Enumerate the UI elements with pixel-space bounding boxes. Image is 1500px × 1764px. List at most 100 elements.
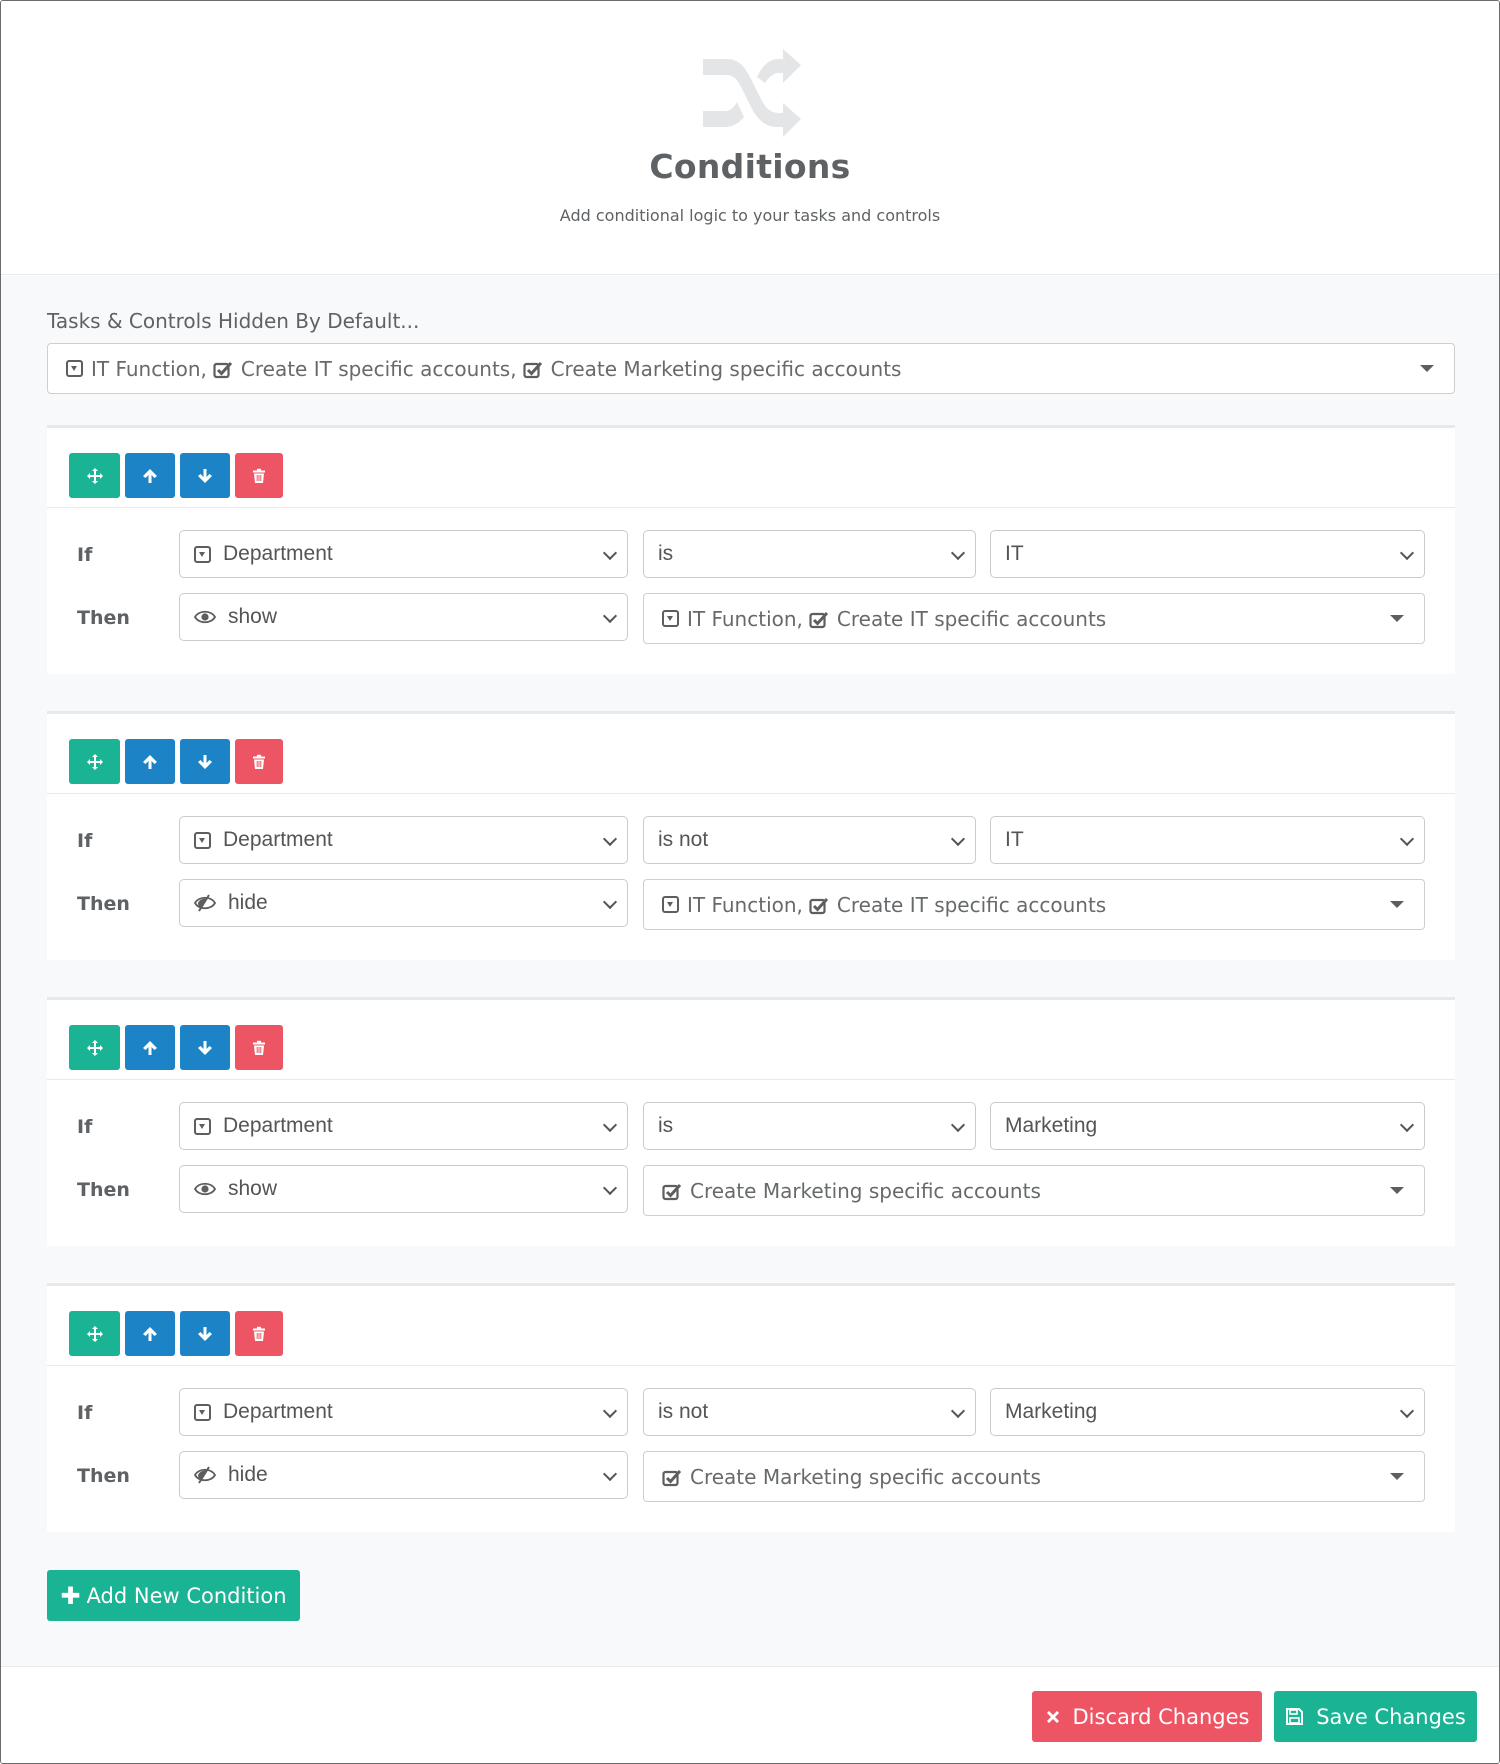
selected-item: Create Marketing specific accounts [662, 1465, 1041, 1489]
delete-condition-button[interactable] [235, 1311, 283, 1356]
page-subtitle: Add conditional logic to your tasks and … [559, 206, 941, 225]
selected-item-text: Create Marketing specific accounts [550, 356, 902, 381]
times-icon [1046, 1710, 1059, 1723]
arrow-down-icon [197, 1040, 213, 1056]
delete-condition-button[interactable] [235, 1025, 283, 1070]
operator-select-value: is not [658, 1400, 709, 1423]
delete-condition-button[interactable] [235, 453, 283, 498]
then-action-select[interactable]: show [179, 1165, 628, 1213]
chevron-down-icon [1399, 545, 1415, 561]
then-action-select-value: show [228, 605, 278, 628]
dropdown-field-icon [66, 360, 83, 377]
move-condition-down-button[interactable] [180, 1025, 230, 1070]
move-condition-up-button[interactable] [125, 739, 175, 784]
page-title: Conditions [649, 147, 851, 186]
delete-condition-button[interactable] [235, 739, 283, 784]
dropdown-field-icon [194, 831, 211, 849]
chevron-down-icon [602, 831, 618, 847]
operator-select-value: is not [658, 828, 709, 851]
selected-item-text: IT Function, [91, 356, 207, 381]
move-condition-up-button[interactable] [125, 1311, 175, 1356]
if-field-select-value: Department [223, 1400, 333, 1423]
then-label: Then [77, 607, 130, 629]
then-action-select[interactable]: hide [179, 1451, 628, 1499]
trash-icon [252, 468, 266, 484]
arrow-up-icon [142, 1326, 158, 1342]
if-label: If [77, 1116, 93, 1138]
operator-select-value: is [658, 542, 674, 565]
if-label: If [77, 1402, 93, 1424]
move-condition-down-button[interactable] [180, 1311, 230, 1356]
move-condition-up-button[interactable] [125, 1025, 175, 1070]
chevron-down-icon [602, 894, 618, 910]
if-field-select[interactable]: Department [179, 1102, 628, 1150]
dropdown-field-icon [662, 896, 679, 913]
dropdown-field-icon [194, 1403, 211, 1421]
selected-item: IT Function, [66, 357, 207, 381]
arrow-up-icon [142, 468, 158, 484]
condition-toolbar [69, 739, 283, 784]
operator-select[interactable]: is not [643, 1388, 976, 1436]
discard-changes-button[interactable]: Discard Changes [1032, 1691, 1262, 1742]
checkbox-task-icon [809, 896, 829, 914]
selected-item: Create IT specific accounts, [213, 357, 517, 381]
divider [47, 793, 1455, 794]
if-field-select[interactable]: Department [179, 530, 628, 578]
then-targets-select[interactable]: IT Function, Create IT specific accounts [643, 879, 1425, 930]
drag-condition-button[interactable] [69, 1025, 120, 1070]
if-field-select[interactable]: Department [179, 816, 628, 864]
checkbox-task-icon [662, 1182, 682, 1200]
drag-condition-button[interactable] [69, 453, 120, 498]
condition-card: If Then Department is Marketing show Create Ma… [47, 997, 1455, 1246]
operator-select[interactable]: is [643, 530, 976, 578]
arrow-up-icon [142, 754, 158, 770]
checkbox-task-icon [213, 360, 233, 378]
selected-item: Create IT specific accounts [809, 893, 1106, 917]
chevron-down-icon [602, 1117, 618, 1133]
condition-toolbar [69, 453, 283, 498]
caret-down-icon [1390, 900, 1404, 908]
chevron-down-icon [1399, 1403, 1415, 1419]
chevron-down-icon [602, 1403, 618, 1419]
then-action-select[interactable]: show [179, 593, 628, 641]
condition-card: If Then Department is IT show IT Function, Crea… [47, 425, 1455, 674]
then-action-select[interactable]: hide [179, 879, 628, 927]
dialog-header: Conditions Add conditional logic to your… [1, 1, 1499, 275]
drag-condition-button[interactable] [69, 1311, 120, 1356]
add-new-condition-label: Add New Condition [86, 1583, 287, 1608]
then-targets-select[interactable]: Create Marketing specific accounts [643, 1451, 1425, 1502]
random-shuffle-icon [703, 49, 801, 137]
if-field-select[interactable]: Department [179, 1388, 628, 1436]
conditions-body: Tasks & Controls Hidden By Default... IT… [1, 276, 1499, 1666]
drag-condition-button[interactable] [69, 739, 120, 784]
arrow-down-icon [197, 468, 213, 484]
value-select[interactable]: Marketing [990, 1388, 1425, 1436]
operator-select[interactable]: is not [643, 816, 976, 864]
operator-select[interactable]: is [643, 1102, 976, 1150]
move-condition-down-button[interactable] [180, 453, 230, 498]
save-changes-button[interactable]: Save Changes [1274, 1691, 1477, 1742]
condition-toolbar [69, 1311, 283, 1356]
move-condition-up-button[interactable] [125, 453, 175, 498]
checkbox-task-icon [662, 1468, 682, 1486]
move-condition-down-button[interactable] [180, 739, 230, 784]
if-label: If [77, 830, 93, 852]
then-targets-select[interactable]: Create Marketing specific accounts [643, 1165, 1425, 1216]
checkbox-task-icon [522, 360, 543, 378]
chevron-down-icon [950, 831, 966, 847]
value-select[interactable]: Marketing [990, 1102, 1425, 1150]
chevron-down-icon [950, 545, 966, 561]
chevron-down-icon [1399, 831, 1415, 847]
add-new-condition-button[interactable]: ✚ Add New Condition [47, 1570, 300, 1621]
selected-item-text: Create Marketing specific accounts [690, 1464, 1041, 1489]
value-select[interactable]: IT [990, 530, 1425, 578]
value-select-value: Marketing [1005, 1400, 1098, 1423]
then-targets-select[interactable]: IT Function, Create IT specific accounts [643, 593, 1425, 644]
selected-item: Create Marketing specific accounts [522, 356, 902, 381]
operator-select-value: is [658, 1114, 674, 1137]
hidden-by-default-select[interactable]: IT Function, Create IT specific accounts,… [47, 343, 1455, 394]
floppy-disk-icon [1286, 1708, 1304, 1725]
value-select[interactable]: IT [990, 816, 1425, 864]
move-icon [86, 467, 104, 485]
arrow-up-icon [142, 1040, 158, 1056]
